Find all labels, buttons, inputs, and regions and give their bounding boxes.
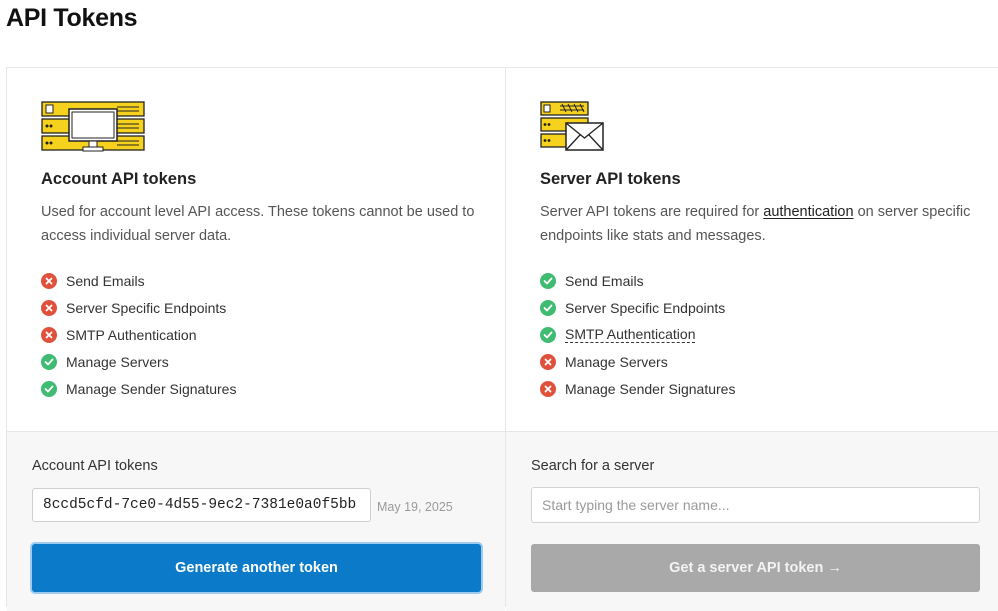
server-token-actions: Search for a server Get a server API tok… [506, 431, 998, 611]
account-feature-list: Send Emails Server Specific Endpoints SM… [41, 268, 236, 402]
authentication-link[interactable]: authentication [763, 204, 853, 220]
account-token-field[interactable] [32, 488, 371, 522]
feature-item: Manage Servers [41, 348, 236, 375]
check-circle-icon [540, 326, 556, 343]
check-circle-icon [540, 300, 556, 317]
feature-label: SMTP Authentication [66, 326, 197, 343]
feature-item: Send Emails [41, 268, 236, 295]
cross-circle-icon [41, 273, 57, 290]
feature-item: SMTP Authentication [41, 322, 236, 349]
account-tokens-column: Account API tokens Used for account leve… [7, 68, 506, 611]
feature-item: Manage Sender Signatures [540, 375, 735, 402]
feature-label: Manage Servers [565, 353, 668, 370]
token-created-date: May 19, 2025 [377, 500, 453, 514]
check-circle-icon [41, 353, 57, 370]
tokens-panel: Account API tokens Used for account leve… [6, 67, 998, 611]
cross-circle-icon [41, 300, 57, 317]
feature-item: Manage Servers [540, 348, 735, 375]
server-tokens-description: Server API tokens are required for authe… [540, 200, 985, 248]
server-tokens-column: Server API tokens Server API tokens are … [506, 68, 998, 611]
check-circle-icon [540, 273, 556, 290]
account-token-actions: Account API tokens May 19, 2025 Generate… [7, 431, 505, 611]
server-search-label: Search for a server [531, 458, 655, 474]
cross-circle-icon [41, 326, 57, 343]
feature-item: SMTP Authentication [540, 322, 735, 349]
server-feature-list: Send Emails Server Specific Endpoints SM… [540, 268, 735, 402]
server-tokens-info: Server API tokens Server API tokens are … [506, 68, 998, 431]
account-tokens-title: Account API tokens [41, 170, 197, 188]
feature-label: Server Specific Endpoints [565, 300, 726, 317]
feature-label: Send Emails [66, 273, 145, 290]
feature-item: Send Emails [540, 268, 735, 295]
feature-label: Server Specific Endpoints [66, 300, 227, 317]
feature-item: Server Specific Endpoints [41, 295, 236, 322]
account-token-field-label: Account API tokens [32, 458, 158, 474]
page-title: API Tokens [6, 4, 138, 32]
feature-label: Manage Servers [66, 353, 169, 370]
server-tokens-title: Server API tokens [540, 170, 681, 188]
account-tokens-info: Account API tokens Used for account leve… [7, 68, 505, 431]
feature-label: Manage Sender Signatures [565, 380, 736, 397]
feature-item: Manage Sender Signatures [41, 375, 236, 402]
server-envelope-icon [540, 101, 604, 151]
feature-label: Send Emails [565, 273, 644, 290]
get-server-token-button[interactable]: Get a server API token → [531, 544, 980, 592]
description-text: Server API tokens are required for [540, 204, 764, 220]
server-monitor-icon [41, 101, 145, 152]
server-search-input[interactable] [531, 487, 980, 523]
cross-circle-icon [540, 380, 556, 397]
account-tokens-description: Used for account level API access. These… [41, 204, 475, 244]
generate-token-button[interactable]: Generate another token [32, 544, 481, 592]
feature-item: Server Specific Endpoints [540, 295, 735, 322]
check-circle-icon [41, 380, 57, 397]
cross-circle-icon [540, 353, 556, 370]
smtp-authentication-tooltip-trigger[interactable]: SMTP Authentication [565, 326, 696, 344]
feature-label: Manage Sender Signatures [66, 380, 237, 397]
